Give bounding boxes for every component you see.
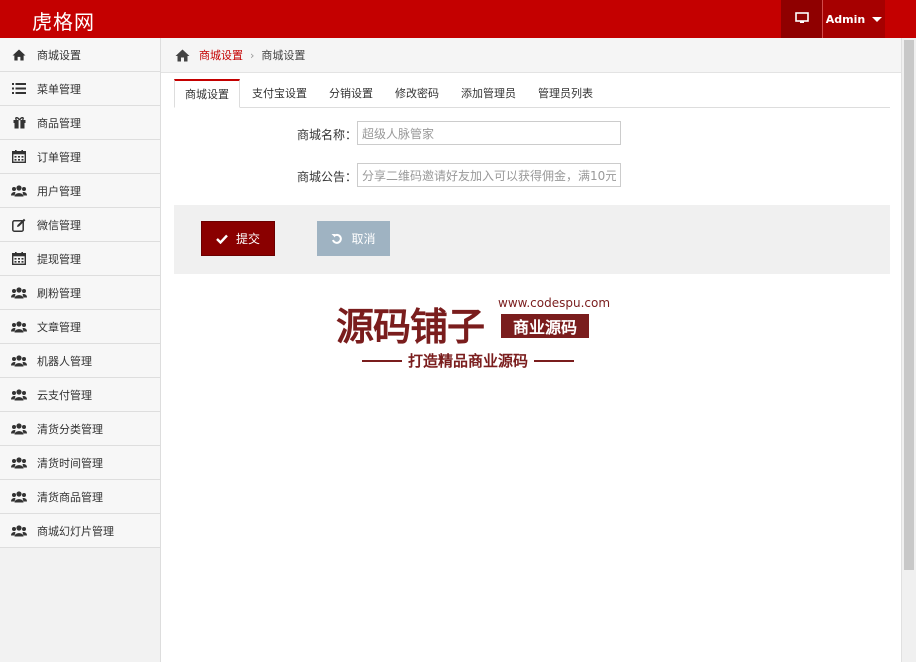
admin-label: Admin: [825, 12, 866, 26]
caret-down-icon: [872, 17, 883, 22]
monitor-icon: [794, 11, 809, 27]
watermark-slogan: 打造精品商业源码: [356, 350, 580, 371]
sidebar-item[interactable]: 菜单管理: [0, 72, 160, 106]
settings-tab[interactable]: 分销设置: [319, 79, 383, 106]
watermark-url: www.codespu.com: [498, 296, 611, 310]
cancel-label: 取消: [351, 232, 376, 246]
sidebar-item[interactable]: 清货时间管理: [0, 446, 160, 480]
sidebar-item-label: 菜单管理: [37, 82, 81, 96]
settings-tabs: 商城设置 支付宝设置 分销设置 修改密码 添加管理员 管理员列表: [174, 79, 890, 108]
sidebar-item-label: 刷粉管理: [37, 286, 81, 300]
sidebar-item-label: 清货商品管理: [37, 490, 103, 504]
top-right-controls: Admin: [781, 0, 885, 38]
form-actions: 提交 取消: [174, 205, 890, 274]
shop-name-row: 商城名称：: [174, 121, 890, 145]
shop-notice-label: 商城公告：: [296, 170, 357, 184]
sidebar-menu: 商城设置菜单管理商品管理订单管理用户管理微信管理提现管理刷粉管理文章管理机器人管…: [0, 38, 160, 548]
breadcrumb: 商城设置 › 商城设置: [161, 38, 902, 73]
brand-logo[interactable]: 虎格网: [32, 6, 95, 35]
edit-icon: [11, 217, 27, 233]
gift-icon: [11, 115, 27, 131]
sidebar-item-label: 云支付管理: [37, 388, 92, 402]
top-navbar: 虎格网 Admin: [0, 0, 916, 38]
breadcrumb-current: 商城设置: [261, 49, 306, 62]
settings-tab[interactable]: 修改密码: [385, 79, 449, 106]
calendar-icon: [11, 149, 27, 165]
submit-label: 提交: [235, 232, 260, 246]
cancel-button[interactable]: 取消: [317, 221, 390, 256]
shop-name-label: 商城名称：: [296, 128, 357, 142]
users-icon: [11, 319, 27, 335]
watermark-logo: 源码铺子 www.codespu.com 商业源码 打造精品商业源码: [336, 296, 610, 386]
sidebar-item[interactable]: 机器人管理: [0, 344, 160, 378]
submit-button[interactable]: 提交: [201, 221, 275, 256]
sidebar-item[interactable]: 刷粉管理: [0, 276, 160, 310]
sidebar-item[interactable]: 用户管理: [0, 174, 160, 208]
breadcrumb-link[interactable]: 商城设置: [199, 47, 243, 63]
sidebar: 商城设置菜单管理商品管理订单管理用户管理微信管理提现管理刷粉管理文章管理机器人管…: [0, 38, 161, 662]
sidebar-item-label: 商品管理: [37, 116, 81, 130]
sidebar-item-label: 订单管理: [37, 150, 81, 164]
shop-name-input[interactable]: [357, 121, 621, 145]
shop-notice-input[interactable]: [357, 163, 621, 187]
sidebar-item-label: 用户管理: [37, 184, 81, 198]
main-content: 商城设置 › 商城设置 商城设置 支付宝设置 分销设置 修改密码 添加管理员 管理员列表 …: [161, 38, 902, 662]
sidebar-item[interactable]: 云支付管理: [0, 378, 160, 412]
admin-dropdown[interactable]: Admin: [823, 0, 885, 38]
sidebar-item[interactable]: 商城幻灯片管理: [0, 514, 160, 548]
users-icon: [11, 421, 27, 437]
sidebar-item-label: 提现管理: [37, 252, 81, 266]
home-icon[interactable]: [175, 48, 190, 62]
shop-notice-row: 商城公告：: [174, 163, 890, 187]
sidebar-item[interactable]: 订单管理: [0, 140, 160, 174]
users-icon: [11, 353, 27, 369]
watermark-badge: 商业源码: [501, 314, 589, 338]
watermark-title: 源码铺子: [336, 304, 485, 349]
sidebar-item[interactable]: 提现管理: [0, 242, 160, 276]
users-icon: [11, 455, 27, 471]
monitor-button[interactable]: [781, 0, 823, 38]
sidebar-item[interactable]: 微信管理: [0, 208, 160, 242]
calendar-icon: [11, 251, 27, 267]
settings-tab[interactable]: 支付宝设置: [242, 79, 317, 106]
settings-tab[interactable]: 添加管理员: [451, 79, 526, 106]
sidebar-item[interactable]: 商品管理: [0, 106, 160, 140]
sidebar-item-label: 商城设置: [37, 48, 81, 62]
slogan-line-right: [534, 359, 575, 362]
sidebar-item[interactable]: 商城设置: [0, 38, 160, 72]
users-icon: [11, 387, 27, 403]
sidebar-item-label: 机器人管理: [37, 354, 92, 368]
list-icon: [11, 81, 27, 97]
sidebar-item[interactable]: 清货商品管理: [0, 480, 160, 514]
sidebar-item-label: 微信管理: [37, 218, 81, 232]
settings-tab[interactable]: 管理员列表: [528, 79, 603, 106]
users-icon: [11, 285, 27, 301]
sidebar-item-label: 文章管理: [37, 320, 81, 334]
undo-icon: [331, 233, 343, 245]
slogan-line-left: [362, 359, 402, 362]
users-icon: [11, 489, 27, 505]
settings-tab[interactable]: 商城设置: [174, 79, 240, 108]
home-icon: [11, 47, 27, 63]
slogan-text: 打造精品商业源码: [408, 352, 529, 370]
check-icon: [216, 234, 228, 244]
sidebar-item[interactable]: 文章管理: [0, 310, 160, 344]
users-icon: [11, 523, 27, 539]
sidebar-item-label: 清货时间管理: [37, 456, 103, 470]
users-icon: [11, 183, 27, 199]
sidebar-item[interactable]: 清货分类管理: [0, 412, 160, 446]
sidebar-item-label: 商城幻灯片管理: [37, 524, 114, 538]
vertical-scrollbar[interactable]: [901, 38, 916, 662]
breadcrumb-separator: ›: [250, 48, 255, 62]
scrollbar-thumb[interactable]: [904, 40, 914, 570]
sidebar-item-label: 清货分类管理: [37, 422, 103, 436]
